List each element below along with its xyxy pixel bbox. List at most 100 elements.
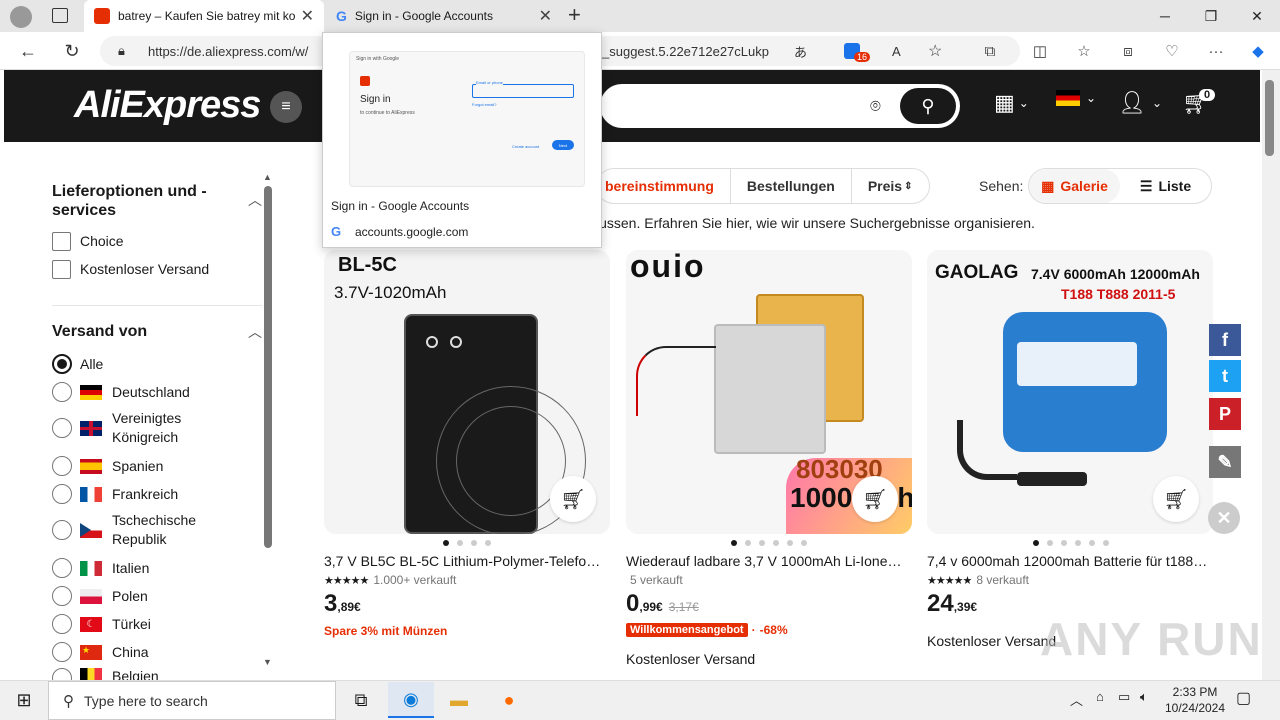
new-tab-button[interactable]: + (568, 2, 581, 28)
radio-button[interactable] (52, 456, 72, 476)
restore-button[interactable]: ❐ (1188, 0, 1234, 32)
sidebar-scroll-up-icon[interactable]: ▲ (263, 172, 272, 182)
firefox-icon[interactable]: ● (486, 682, 532, 718)
facebook-share-icon[interactable]: f (1209, 324, 1241, 356)
search-button[interactable]: ⚲ (900, 88, 956, 124)
radio-button[interactable] (52, 558, 72, 578)
ranking-info-text[interactable]: lussen. Erfahren Sie hier, wie wir unser… (596, 215, 1035, 231)
ships-from-poland[interactable]: Polen (52, 585, 148, 607)
category-menu-icon[interactable]: ≡ (270, 91, 302, 123)
ships-from-spain[interactable]: Spanien (52, 455, 163, 477)
page-scrollbar[interactable] (1262, 70, 1280, 680)
copilot-icon[interactable]: ◆ (1244, 38, 1272, 64)
ships-from-italy[interactable]: Italien (52, 557, 149, 579)
tab-aliexpress[interactable]: batrey – Kaufen Sie batrey mit ko ✕ (84, 0, 324, 32)
close-share-icon[interactable]: ✕ (1208, 502, 1240, 534)
filter-choice[interactable]: Choice (52, 230, 124, 252)
add-to-cart-icon[interactable]: 🛒︎ (550, 476, 596, 522)
view-gallery[interactable]: ▦ Galerie (1029, 169, 1120, 203)
close-tab-icon[interactable]: ✕ (539, 6, 552, 26)
tray-chevron-icon[interactable]: ︿ (1070, 690, 1083, 709)
ships-from-all[interactable]: Alle (52, 353, 103, 375)
radio-button[interactable] (52, 668, 72, 680)
sort-relevance[interactable]: bereinstimmung (597, 169, 731, 203)
ships-from-uk[interactable]: Vereinigtes Königreich (52, 409, 222, 447)
notifications-icon[interactable]: ▢ (1236, 688, 1251, 708)
collapse-chevron-icon[interactable]: ︿ (248, 322, 262, 342)
more-menu-icon[interactable]: ··· (1202, 38, 1230, 64)
thumb-sub: to continue to AliExpress (360, 110, 415, 116)
favorite-star-icon[interactable]: ☆ (928, 41, 942, 61)
checkbox[interactable] (52, 259, 71, 279)
product-title[interactable]: Wiederauf ladbare 3,7 V 1000mAh Li-Ionen… (626, 553, 908, 569)
product-card-1[interactable]: BL-5C 3.7V-1020mAh 🛒︎ (324, 250, 610, 534)
sidebar-scroll-down-icon[interactable]: ▼ (263, 657, 272, 667)
ships-from-turkey[interactable]: ☾ Türkei (52, 613, 151, 635)
radio-button[interactable] (52, 614, 72, 634)
tray-network-icon[interactable]: ⌂ (1096, 689, 1104, 704)
task-view-icon[interactable]: ⧉ (338, 682, 384, 718)
ships-from-germany[interactable]: Deutschland (52, 381, 190, 403)
filter-free-shipping[interactable]: Kostenloser Versand (52, 258, 209, 280)
ships-from-czech[interactable]: Tschechische Republik (52, 511, 222, 549)
ships-from-china[interactable]: ★ China (52, 641, 149, 663)
product-card-3[interactable]: GAOLAG 7.4V 6000mAh 12000mAh T188 T888 2… (927, 250, 1213, 534)
tab-actions-icon[interactable] (52, 8, 68, 23)
ships-from-france[interactable]: Frankreich (52, 483, 178, 505)
sidebar-scrollbar[interactable] (264, 186, 272, 548)
pinterest-share-icon[interactable]: P (1209, 398, 1241, 430)
split-screen-icon[interactable]: ◫ (1026, 38, 1054, 64)
sort-bar: bereinstimmung Bestellungen Preis ⇕ (596, 168, 930, 204)
radio-button[interactable] (52, 418, 72, 438)
ships-from-title: Versand von (52, 323, 148, 340)
radio-button[interactable] (52, 520, 72, 540)
qr-code-icon[interactable]: ▦ ⌄ (994, 90, 1029, 116)
translate-icon[interactable]: あ (794, 42, 807, 61)
checkbox[interactable] (52, 231, 71, 251)
close-window-button[interactable]: ✕ (1234, 0, 1280, 32)
edge-taskbar-icon[interactable]: ◉ (388, 682, 434, 718)
radio-button[interactable] (52, 382, 72, 402)
collections-icon[interactable]: ⧈ (1114, 38, 1142, 64)
read-aloud-icon[interactable]: A (892, 44, 901, 59)
profile-icon[interactable] (10, 6, 32, 28)
file-explorer-icon[interactable]: ▬ (436, 682, 482, 718)
option-label: Polen (112, 588, 148, 604)
add-to-cart-icon[interactable]: 🛒︎ (1153, 476, 1199, 522)
collapse-chevron-icon[interactable]: ︿ (248, 190, 262, 210)
product-title[interactable]: 3,7 V BL5C BL-5C Lithium-Polymer-Telefon… (324, 553, 606, 569)
edit-icon[interactable]: ✎ (1209, 446, 1241, 478)
refresh-icon[interactable]: ↻ (56, 36, 88, 66)
taskbar-clock[interactable]: 2:33 PM 10/24/2024 (1160, 684, 1230, 716)
back-icon[interactable]: ← (12, 36, 44, 66)
product-title[interactable]: 7,4 v 6000mah 12000mah Batterie für t188… (927, 553, 1209, 569)
radio-button[interactable] (52, 642, 72, 662)
camera-search-icon[interactable]: ⌾ (870, 96, 881, 117)
extensions-icon[interactable]: ⧉ (976, 38, 1004, 64)
radio-button[interactable] (52, 586, 72, 606)
windows-start-icon[interactable]: ⊞ (0, 681, 48, 720)
sort-price[interactable]: Preis ⇕ (852, 169, 929, 203)
price-main: 24 (927, 590, 954, 617)
add-to-cart-icon[interactable]: 🛒︎ (852, 476, 898, 522)
sort-orders[interactable]: Bestellungen (731, 169, 852, 203)
country-flag-germany[interactable]: ⌄ (1056, 90, 1096, 106)
twitter-share-icon[interactable]: t (1209, 360, 1241, 392)
radio-button[interactable] (52, 354, 72, 374)
radio-button[interactable] (52, 484, 72, 504)
minimize-button[interactable]: ─ (1142, 0, 1188, 32)
performance-icon[interactable]: ♡ (1158, 38, 1186, 64)
close-tab-icon[interactable]: ✕ (301, 6, 314, 26)
aliexpress-logo[interactable]: AliExpress (74, 84, 261, 127)
product-rating-row: ★★★★★ 1.000+ verkauft (324, 573, 456, 587)
account-icon[interactable]: 👤︎ ⌄ (1118, 90, 1162, 116)
tray-volume-icon[interactable]: 🔈︎ (1140, 689, 1148, 705)
page-scroll-thumb[interactable] (1265, 80, 1274, 156)
product-card-2[interactable]: ouio 803030 1000mAh 🛒︎ (626, 250, 912, 534)
taskbar-search[interactable]: ⚲ Type here to search (48, 681, 336, 720)
ships-from-belgium[interactable]: Belgien (52, 668, 159, 680)
favorites-icon[interactable]: ☆ (1070, 38, 1098, 64)
tray-display-icon[interactable]: ▭ (1118, 689, 1130, 705)
tab-google-signin[interactable]: G Sign in - Google Accounts ✕ (326, 0, 562, 32)
view-list[interactable]: ☰ Liste (1120, 169, 1211, 203)
